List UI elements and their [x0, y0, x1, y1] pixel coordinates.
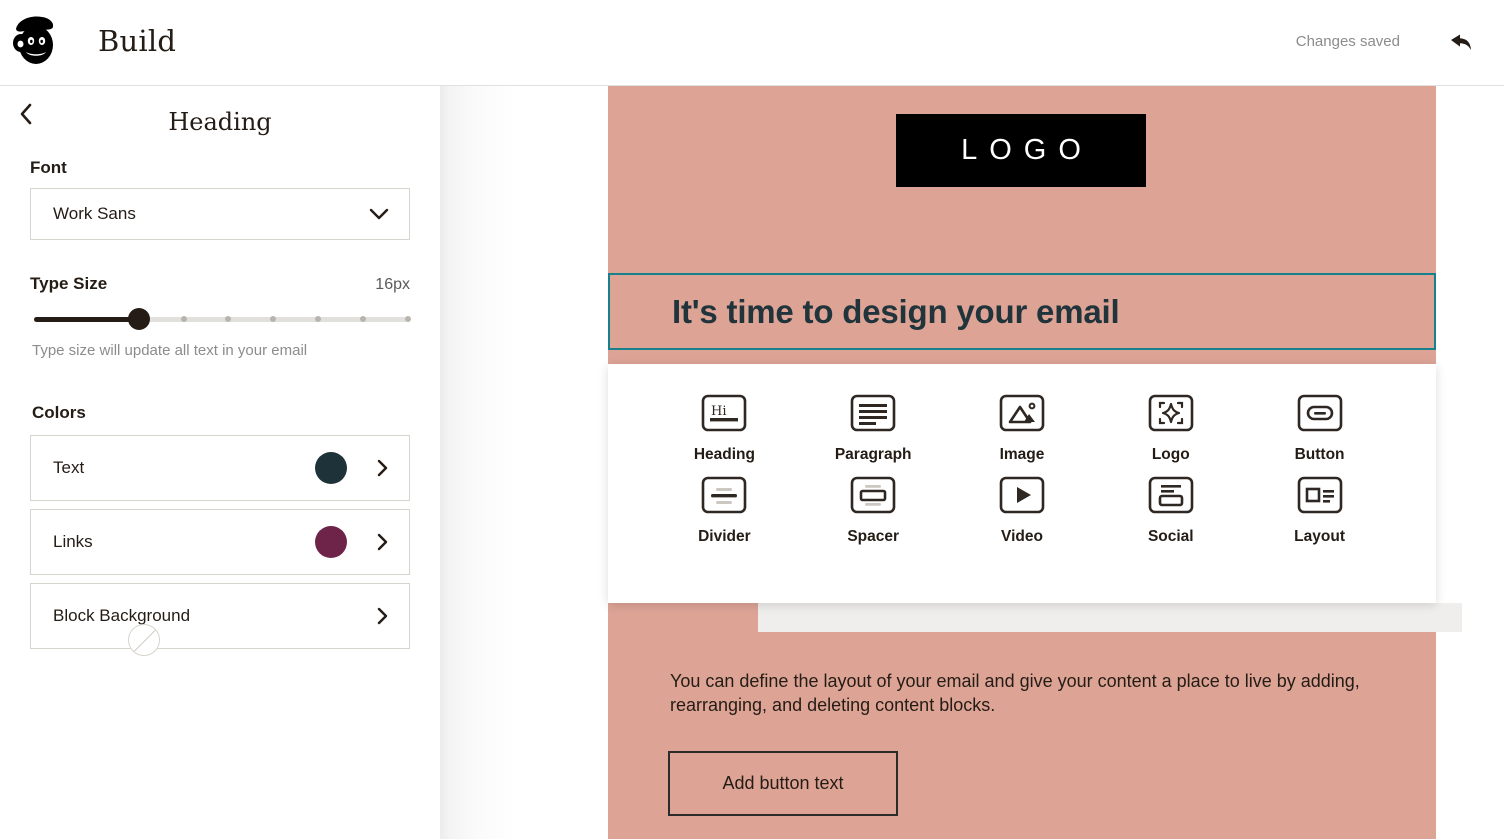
mailchimp-freddie-icon[interactable]: [10, 14, 60, 66]
email-placeholder-strip: [758, 603, 1462, 632]
block-picker-panel: Hi Heading Paragraph Image Logo Button D…: [608, 364, 1436, 603]
font-field-wrap: Work Sans: [0, 188, 440, 240]
divider-block-icon: [701, 472, 747, 518]
button-block-icon: [1297, 390, 1343, 436]
chevron-right-icon: [377, 533, 389, 556]
block-picker-row: Divider Spacer Video Social Layout: [608, 472, 1436, 546]
logo-block-icon: [1148, 390, 1194, 436]
block-option-button[interactable]: Button: [1261, 390, 1379, 464]
type-size-value: 16px: [375, 276, 410, 293]
slider-tick: [180, 316, 187, 322]
color-swatch-text: [315, 452, 347, 484]
spacer-block-icon: [850, 472, 896, 518]
email-heading-text: It's time to design your email: [672, 292, 1120, 330]
block-option-label: Layout: [1294, 528, 1345, 545]
color-row-links[interactable]: Links: [30, 509, 410, 575]
block-option-label: Button: [1294, 446, 1345, 463]
heading-block-icon: Hi: [701, 390, 747, 436]
layout-block-icon: [1297, 472, 1343, 518]
color-row-label: Block Background: [53, 606, 191, 625]
slider-fill: [34, 317, 139, 322]
panel-title: Heading: [168, 108, 272, 136]
block-option-spacer[interactable]: Spacer: [814, 472, 932, 546]
sidebar-shadow: [440, 86, 520, 839]
block-option-label: Spacer: [847, 528, 900, 545]
svg-text:Hi: Hi: [711, 404, 727, 419]
chevron-down-icon: [369, 207, 389, 226]
block-option-logo[interactable]: Logo: [1112, 390, 1230, 464]
font-label: Font: [30, 158, 67, 177]
page-title: Build: [98, 24, 177, 58]
block-option-label: Divider: [698, 528, 751, 545]
paragraph-block-icon: [850, 390, 896, 436]
block-option-image[interactable]: Image: [963, 390, 1081, 464]
block-option-video[interactable]: Video: [963, 472, 1081, 546]
block-picker-row: Hi Heading Paragraph Image Logo Button: [608, 390, 1436, 464]
block-option-heading[interactable]: Hi Heading: [665, 390, 783, 464]
block-option-label: Heading: [693, 446, 755, 463]
save-status: Changes saved: [1295, 33, 1400, 50]
block-option-label: Image: [999, 446, 1045, 463]
top-bar: Build Changes saved: [0, 0, 1504, 86]
email-cta-button[interactable]: Add button text: [668, 751, 898, 816]
settings-sidebar: Heading Font Work Sans Type Size 16px Ty…: [0, 86, 440, 839]
slider-tick: [405, 316, 411, 322]
block-option-label: Video: [1001, 528, 1043, 545]
color-row-label: Links: [53, 532, 93, 551]
block-option-label: Social: [1147, 528, 1194, 545]
block-option-layout[interactable]: Layout: [1261, 472, 1379, 546]
email-canvas: LOGO It's time to design your email You …: [520, 86, 1504, 839]
color-swatch-block-background: [128, 624, 161, 656]
font-select-value: Work Sans: [53, 204, 136, 223]
slider-thumb[interactable]: [127, 308, 150, 330]
type-size-row: Type Size 16px: [0, 274, 440, 294]
email-heading-block[interactable]: It's time to design your email: [608, 273, 1436, 350]
type-size-help-text: Type size will update all text in your e…: [32, 342, 308, 359]
email-cta-label: Add button text: [722, 773, 844, 793]
block-option-divider[interactable]: Divider: [665, 472, 783, 546]
undo-arrow-icon[interactable]: [1440, 26, 1480, 62]
font-select[interactable]: Work Sans: [30, 188, 410, 240]
image-block-icon: [999, 390, 1045, 436]
color-row-block-background[interactable]: Block Background: [30, 583, 410, 656]
panel-header: Heading: [0, 86, 440, 158]
email-logo-block[interactable]: LOGO: [896, 114, 1146, 187]
colors-label: Colors: [32, 403, 86, 422]
block-option-social[interactable]: Social: [1112, 472, 1230, 546]
video-block-icon: [999, 472, 1045, 518]
email-body-text[interactable]: You can define the layout of your email …: [670, 669, 1370, 717]
social-block-icon: [1148, 472, 1194, 518]
chevron-right-icon: [377, 459, 389, 482]
block-option-label: Logo: [1151, 446, 1190, 463]
color-swatch-links: [315, 526, 347, 558]
chevron-right-icon: [377, 607, 389, 630]
type-size-label: Type Size: [30, 274, 108, 293]
block-option-label: Paragraph: [834, 446, 912, 463]
color-row-text[interactable]: Text: [30, 435, 410, 501]
email-logo-text: LOGO: [961, 134, 1093, 166]
type-size-slider[interactable]: [34, 308, 411, 330]
block-option-paragraph[interactable]: Paragraph: [814, 390, 932, 464]
color-row-label: Text: [53, 458, 85, 477]
